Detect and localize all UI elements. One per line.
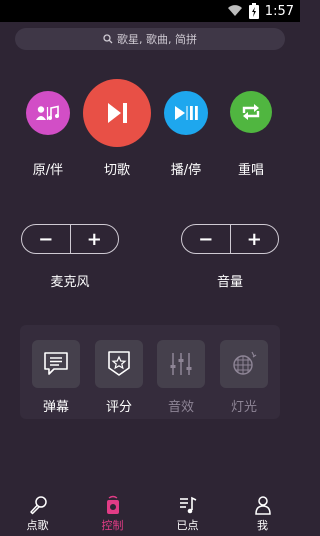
- mic-plus-button[interactable]: +: [71, 225, 119, 253]
- lighting-label: 灯光: [230, 400, 257, 415]
- barrage-button[interactable]: 弹幕: [31, 340, 81, 415]
- remote-control-icon: [106, 495, 119, 514]
- barrage-icon: [44, 352, 68, 375]
- skip-icon: [108, 103, 127, 123]
- search-input[interactable]: 歌星, 歌曲, 简拼: [15, 28, 285, 50]
- effects-panel: 弹幕 评分 音效 灯光: [20, 325, 280, 419]
- status-bar: 1:57: [0, 0, 300, 22]
- volume-plus-button[interactable]: +: [231, 225, 279, 253]
- lighting-button[interactable]: 灯光: [219, 340, 269, 415]
- search-icon: [103, 34, 113, 44]
- status-time: 1:57: [264, 3, 294, 19]
- original-accompaniment-button[interactable]: [26, 91, 70, 135]
- wifi-icon: [227, 5, 242, 17]
- tab-me-label: 我: [257, 519, 268, 532]
- playlist-icon: [179, 496, 196, 514]
- tab-selected[interactable]: 已点: [158, 495, 218, 533]
- repeat-button[interactable]: [230, 91, 272, 133]
- tab-me[interactable]: 我: [233, 495, 293, 533]
- original-accompaniment-icon: [36, 105, 59, 120]
- mic-label: 麦克风: [50, 275, 90, 290]
- sound-effect-label: 音效: [167, 400, 194, 415]
- score-button[interactable]: 评分: [94, 340, 144, 415]
- play-pause-icon: [175, 106, 198, 120]
- play-pause-label: 播/停: [170, 163, 202, 178]
- mic-minus-button[interactable]: −: [22, 225, 70, 253]
- tab-selected-label: 已点: [176, 519, 199, 532]
- original-accompaniment-label: 原/伴: [32, 163, 64, 178]
- skip-song-label: 切歌: [103, 163, 130, 178]
- bottom-tab-bar: 点歌 控制 已点 我: [0, 492, 300, 536]
- tab-control-label: 控制: [101, 519, 124, 532]
- volume-stepper: − +: [181, 224, 279, 254]
- tab-control[interactable]: 控制: [83, 495, 143, 533]
- search-placeholder: 歌星, 歌曲, 简拼: [117, 33, 197, 46]
- sound-effect-button[interactable]: 音效: [156, 340, 206, 415]
- mic-stepper: − +: [21, 224, 119, 254]
- barrage-label: 弹幕: [42, 400, 69, 415]
- skip-song-button[interactable]: [83, 79, 151, 147]
- volume-label: 音量: [216, 275, 243, 290]
- volume-minus-button[interactable]: −: [182, 225, 230, 253]
- microphone-icon: [29, 496, 47, 515]
- battery-icon: [248, 3, 259, 19]
- tab-song-request-label: 点歌: [26, 519, 49, 532]
- score-icon: [108, 351, 130, 376]
- user-icon: [254, 496, 271, 515]
- repeat-label: 重唱: [237, 163, 264, 178]
- disco-ball-icon: [233, 351, 257, 375]
- tab-song-request[interactable]: 点歌: [8, 495, 68, 533]
- score-label: 评分: [105, 400, 132, 415]
- play-pause-button[interactable]: [164, 91, 208, 135]
- repeat-icon: [242, 104, 260, 120]
- equalizer-icon: [170, 353, 192, 375]
